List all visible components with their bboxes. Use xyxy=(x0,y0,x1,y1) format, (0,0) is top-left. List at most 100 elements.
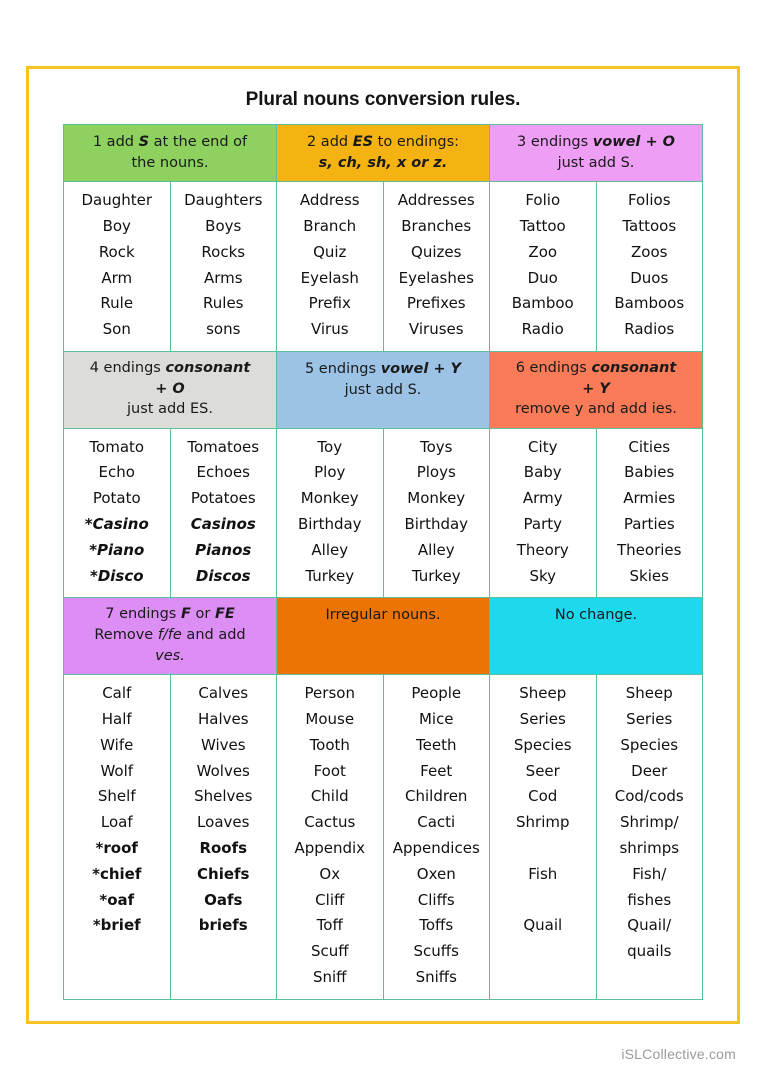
word-item: Oafs xyxy=(204,890,243,909)
word-item: Arm xyxy=(101,268,133,287)
rule-header-text: ves. xyxy=(155,647,185,664)
word-item: Roofs xyxy=(199,838,248,857)
word-item: Rock xyxy=(98,242,135,261)
rule-header-line: 1 add S at the end of xyxy=(70,132,270,153)
word-item: Fish xyxy=(528,864,558,883)
footer-watermark: iSLCollective.com xyxy=(621,1046,736,1062)
word-item: Cliffs xyxy=(417,890,455,909)
word-column-rule-6-singular: City Baby Army Party Theory Sky xyxy=(489,427,597,599)
rule-header-line: No change. xyxy=(496,605,696,626)
word-list: Toys Ploys Monkey Birthday Alley Turkey xyxy=(388,435,486,590)
rule-header-text: remove y and add ies. xyxy=(515,401,677,418)
word-column-rule-2-singular: Address Branch Quiz Eyelash Prefix Virus xyxy=(276,181,384,352)
word-item: City xyxy=(528,437,558,456)
word-item: *chief xyxy=(92,864,142,883)
word-list: Sheep Series Species Seer Cod Shrimp Fish Qua… xyxy=(494,681,592,939)
rule-header-line: just add S. xyxy=(496,153,696,174)
word-column-rule-6-plural: Cities Babies Armies Parties Theories Skies xyxy=(595,427,703,599)
rule-header-line: Remove f/fe and add xyxy=(70,625,270,646)
word-item: Baby xyxy=(523,463,562,482)
word-item: Theory xyxy=(516,540,569,559)
word-list: Calf Half Wife Wolf Shelf Loaf *roof *chief *oaf… xyxy=(68,681,166,939)
word-item: Addresses xyxy=(397,191,475,210)
rule-header-text: + O xyxy=(155,380,185,397)
word-list: Addresses Branches Quizes Eyelashes Prefixes… xyxy=(388,188,486,343)
word-item: Armies xyxy=(623,489,676,508)
word-item: Daughters xyxy=(184,191,263,210)
word-item: Birthday xyxy=(404,515,469,534)
rule-header-rule-6: 6 endings consonant + Yremove y and add i… xyxy=(489,350,703,429)
word-item: Rocks xyxy=(201,242,246,261)
word-item: Quizes xyxy=(411,242,462,261)
rule-header-text: 4 endings xyxy=(89,359,166,376)
word-item: Half xyxy=(101,709,132,728)
rule-header-line: the nouns. xyxy=(70,153,270,174)
word-item: Parties xyxy=(623,515,675,534)
word-item: Viruses xyxy=(408,320,464,339)
rule-header-line: Irregular nouns. xyxy=(283,605,483,626)
word-list: Person Mouse Tooth Foot Child Cactus Appendix O… xyxy=(281,681,379,991)
word-list: Cities Babies Armies Parties Theories Skies xyxy=(601,435,699,590)
word-item: Babies xyxy=(624,463,675,482)
word-item: Discos xyxy=(195,566,251,585)
word-item: Zoo xyxy=(528,242,558,261)
rule-header-rule-4: 4 endings consonant + Ojust add ES. xyxy=(63,350,277,429)
rule-header-line: 3 endings vowel + O xyxy=(496,132,696,153)
word-item: Quail xyxy=(523,916,563,935)
rule-header-text: No change. xyxy=(554,607,638,624)
word-item: Fish/ xyxy=(632,864,667,883)
word-item: Theories xyxy=(617,540,682,559)
rule-header-rule-5: 5 endings vowel + Yjust add S. xyxy=(276,350,490,429)
rule-header-text: consonant xyxy=(591,359,677,376)
word-item: Bamboo xyxy=(511,294,574,313)
page-title: Plural nouns conversion rules. xyxy=(245,89,521,110)
word-item: Ploy xyxy=(314,463,346,482)
word-item: Prefix xyxy=(308,294,351,313)
word-item: Folios xyxy=(627,191,671,210)
word-column-rule-3-singular: Folio Tattoo Zoo Duo Bamboo Radio xyxy=(489,181,597,352)
rule-header-line: + Y xyxy=(496,379,696,400)
word-item: Radio xyxy=(521,320,564,339)
rule-header-line: s, ch, sh, x or z. xyxy=(283,153,483,174)
word-item: Sheep xyxy=(519,684,567,703)
rule-header-text: Irregular nouns. xyxy=(325,607,441,624)
word-item: Halves xyxy=(197,709,249,728)
word-item: Calf xyxy=(102,684,132,703)
rule-header-rule-3: 3 endings vowel + Ojust add S. xyxy=(489,123,703,183)
rule-header-text: 3 endings xyxy=(517,134,593,150)
word-item: Appendix xyxy=(294,838,366,857)
word-column-rule-1-singular: Daughter Boy Rock Arm Rule Son xyxy=(63,181,171,352)
word-item: Seer xyxy=(525,761,560,780)
word-item: Duo xyxy=(527,268,558,287)
word-item: Chiefs xyxy=(197,864,250,883)
rule-header-text: and add xyxy=(181,627,246,644)
word-item: Alley xyxy=(417,540,455,559)
plural-rules-table: 1 add S at the end of the nouns. 2 add ES … xyxy=(63,123,703,1000)
rule-header-text: 2 add xyxy=(306,134,353,150)
table-body: 1 add S at the end of the nouns. 2 add ES … xyxy=(63,123,703,1000)
word-item: Potatoes xyxy=(190,489,256,508)
word-item: Toy xyxy=(317,437,343,456)
word-item: Echoes xyxy=(196,463,250,482)
word-item: Army xyxy=(522,489,563,508)
word-item: Eyelashes xyxy=(398,268,474,287)
word-item: Tattoos xyxy=(622,216,677,235)
word-item: Branches xyxy=(401,216,472,235)
rule-header-text: to endings: xyxy=(373,134,460,150)
word-item: Loaf xyxy=(100,813,133,832)
rule-header-line: ves. xyxy=(70,646,270,667)
word-item: Wolf xyxy=(100,761,134,780)
rule-header-rule-1: 1 add S at the end of the nouns. xyxy=(63,123,277,183)
word-column-no-change-plural: Sheep Series Species Deer Cod/cods Shrimp/shr… xyxy=(595,674,703,1000)
word-item: Alley xyxy=(311,540,349,559)
rule-header-line: 2 add ES to endings: xyxy=(283,132,483,153)
word-item: Boy xyxy=(102,216,131,235)
rule-header-rule-7: 7 endings F or FE Remove f/fe and add ves. xyxy=(63,597,277,676)
rule-header-line: remove y and add ies. xyxy=(496,399,696,420)
word-item: Species xyxy=(513,735,572,754)
word-list: Daughters Boys Rocks Arms Rules sons xyxy=(175,188,273,343)
rule-header-line: + O xyxy=(70,379,270,400)
rule-header-row: 7 endings F or FE Remove f/fe and add ves.… xyxy=(63,597,703,676)
word-item: Duos xyxy=(630,268,669,287)
rule-header-text: 6 endings xyxy=(515,359,592,376)
